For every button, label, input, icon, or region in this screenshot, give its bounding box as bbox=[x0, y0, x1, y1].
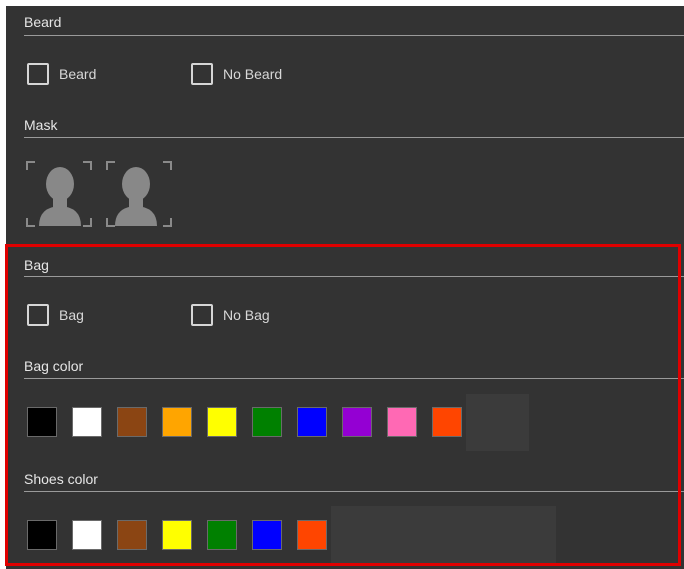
shoes-color-section-header: Shoes color bbox=[24, 471, 98, 487]
no-bag-checkbox-label: No Bag bbox=[223, 307, 270, 323]
no-beard-checkbox-box[interactable] bbox=[191, 63, 213, 85]
bag-color-swatch-white[interactable] bbox=[72, 407, 102, 437]
bag-checkbox[interactable]: Bag bbox=[27, 304, 84, 326]
bag-color-divider bbox=[24, 378, 684, 379]
bag-color-swatch-purple[interactable] bbox=[342, 407, 372, 437]
bag-color-section-header: Bag color bbox=[24, 358, 84, 374]
bag-color-swatch-orange[interactable] bbox=[162, 407, 192, 437]
bag-color-swatch-red-orange[interactable] bbox=[432, 407, 462, 437]
shoes-color-empty-slot bbox=[331, 506, 556, 565]
beard-section-header: Beard bbox=[24, 14, 62, 30]
bag-color-swatch-yellow[interactable] bbox=[207, 407, 237, 437]
settings-panel bbox=[6, 6, 684, 569]
mask-divider bbox=[24, 137, 684, 138]
no-bag-checkbox[interactable]: No Bag bbox=[191, 304, 270, 326]
head-silhouette-icon bbox=[106, 161, 172, 227]
shoes-color-swatch-black[interactable] bbox=[27, 520, 57, 550]
bag-color-empty-slot bbox=[466, 394, 529, 451]
bag-color-swatch-black[interactable] bbox=[27, 407, 57, 437]
mask-section-header: Mask bbox=[24, 117, 58, 133]
no-bag-checkbox-box[interactable] bbox=[191, 304, 213, 326]
bag-color-swatch-green[interactable] bbox=[252, 407, 282, 437]
bag-color-swatch-brown[interactable] bbox=[117, 407, 147, 437]
screenshot-canvas: Beard Beard No Beard Mask Bag Bag No Bag… bbox=[0, 0, 684, 569]
shoes-color-swatch-white[interactable] bbox=[72, 520, 102, 550]
beard-checkbox[interactable]: Beard bbox=[27, 63, 96, 85]
beard-checkbox-box[interactable] bbox=[27, 63, 49, 85]
mask-option-2[interactable] bbox=[106, 161, 172, 227]
bag-divider bbox=[24, 276, 684, 277]
no-beard-checkbox-label: No Beard bbox=[223, 66, 283, 82]
bag-color-swatch-blue[interactable] bbox=[297, 407, 327, 437]
mask-option-1[interactable] bbox=[26, 161, 92, 227]
beard-checkbox-label: Beard bbox=[59, 66, 97, 82]
no-beard-checkbox[interactable]: No Beard bbox=[191, 63, 282, 85]
shoes-color-swatch-yellow[interactable] bbox=[162, 520, 192, 550]
shoes-color-swatch-green[interactable] bbox=[207, 520, 237, 550]
shoes-color-divider bbox=[24, 491, 684, 492]
bag-color-swatch-pink[interactable] bbox=[387, 407, 417, 437]
shoes-color-swatch-brown[interactable] bbox=[117, 520, 147, 550]
bag-checkbox-label: Bag bbox=[59, 307, 84, 323]
bag-checkbox-box[interactable] bbox=[27, 304, 49, 326]
beard-divider bbox=[24, 35, 684, 36]
head-silhouette-icon bbox=[26, 161, 92, 227]
bag-section-header: Bag bbox=[24, 257, 49, 273]
shoes-color-swatch-blue[interactable] bbox=[252, 520, 282, 550]
shoes-color-swatch-red-orange[interactable] bbox=[297, 520, 327, 550]
